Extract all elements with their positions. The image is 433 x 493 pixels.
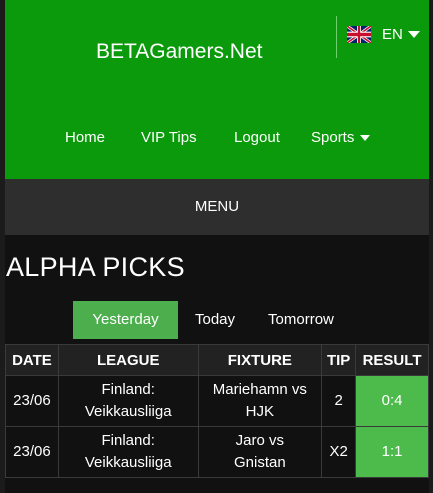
- nav-logout[interactable]: Logout: [234, 129, 280, 146]
- nav-home[interactable]: Home: [65, 129, 105, 146]
- league-name: Veikkausliiga: [84, 403, 172, 420]
- column-header-date: DATE: [5, 344, 59, 376]
- cell-fixture: Jaro vs Gnistan: [197, 426, 323, 478]
- uk-flag-icon: [347, 26, 371, 43]
- table-row: 23/06 Finland: Veikkausliiga Jaro vs Gni…: [5, 426, 429, 478]
- chevron-down-icon: [407, 31, 420, 38]
- language-selector[interactable]: EN: [347, 26, 420, 43]
- cell-fixture: Mariehamn vs HJK: [197, 375, 323, 427]
- cell-tip: X2: [321, 426, 357, 478]
- language-divider: [336, 16, 337, 58]
- fixture-away: Gnistan: [233, 454, 286, 471]
- column-header-league: LEAGUE: [57, 344, 199, 376]
- site-header: BETAGamers.Net EN Home VIP Tips Logout S…: [5, 0, 429, 179]
- tab-yesterday[interactable]: Yesterday: [73, 301, 178, 339]
- nav-sports-label: Sports: [311, 129, 355, 146]
- tab-tomorrow[interactable]: Tomorrow: [268, 301, 334, 339]
- menu-toggle[interactable]: MENU: [5, 179, 429, 235]
- page-frame: BETAGamers.Net EN Home VIP Tips Logout S…: [5, 0, 429, 493]
- league-country: Finland:: [101, 432, 155, 449]
- cell-result: 1:1: [355, 426, 429, 478]
- fixture-home: Jaro vs: [235, 432, 285, 449]
- column-header-fixture: FIXTURE: [197, 344, 323, 376]
- day-tabs: Yesterday Today Tomorrow: [73, 301, 334, 339]
- league-name: Veikkausliiga: [84, 454, 172, 471]
- tab-today[interactable]: Today: [195, 301, 235, 339]
- main-content: ALPHA PICKS Yesterday Today Tomorrow DAT…: [5, 235, 429, 493]
- league-country: Finland:: [101, 381, 155, 398]
- column-header-result: RESULT: [355, 344, 429, 376]
- cell-league: Finland: Veikkausliiga: [57, 375, 199, 427]
- caret-down-icon: [360, 134, 371, 141]
- table-row: 23/06 Finland: Veikkausliiga Mariehamn v…: [5, 375, 429, 427]
- page-title: ALPHA PICKS: [6, 252, 185, 282]
- cell-result: 0:4: [355, 375, 429, 427]
- fixture-away: HJK: [245, 403, 274, 420]
- picks-table: DATE LEAGUE FIXTURE TIP RESULT 23/06 Fin…: [5, 344, 429, 478]
- cell-league: Finland: Veikkausliiga: [57, 426, 199, 478]
- fixture-home: Mariehamn vs: [212, 381, 307, 398]
- cell-tip: 2: [321, 375, 357, 427]
- main-nav: Home VIP Tips Logout Sports: [5, 129, 429, 149]
- nav-sports[interactable]: Sports: [311, 129, 371, 146]
- column-header-tip: TIP: [321, 344, 357, 376]
- nav-vip-tips[interactable]: VIP Tips: [141, 129, 197, 146]
- site-brand[interactable]: BETAGamers.Net: [96, 40, 262, 64]
- cell-date: 23/06: [5, 426, 59, 478]
- table-header-row: DATE LEAGUE FIXTURE TIP RESULT: [5, 344, 429, 376]
- language-code: EN: [382, 26, 403, 43]
- cell-date: 23/06: [5, 375, 59, 427]
